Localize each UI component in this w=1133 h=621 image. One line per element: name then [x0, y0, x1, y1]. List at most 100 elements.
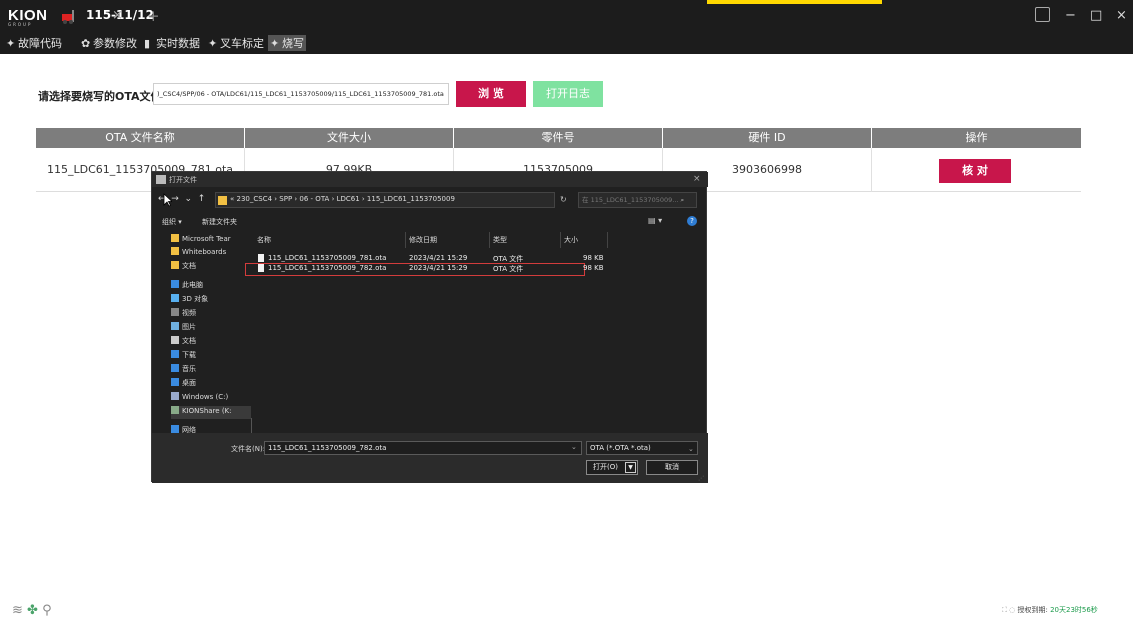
signal-icon: ≋: [12, 603, 23, 618]
column-divider: [489, 232, 490, 248]
nav-item[interactable]: Windows (C:): [171, 392, 228, 405]
nav-item[interactable]: Microsoft Tear: [171, 234, 231, 247]
navigation-pane: Microsoft Tear Whiteboards 文档 此电脑 3D 对象 …: [169, 232, 252, 433]
settings-icon[interactable]: [1035, 7, 1050, 22]
app-window: KION GROUP 115-11/12 × + − □ × ✦ 故障代码 ✿ 参数…: [0, 0, 1133, 621]
menu-realtime-data[interactable]: ▮ 实时数据: [142, 35, 202, 51]
new-folder-button[interactable]: 新建文件夹: [202, 217, 237, 227]
help-icon[interactable]: ?: [687, 216, 697, 226]
folder-icon: [218, 196, 227, 205]
fullscreen-icon[interactable]: ⛶: [1002, 606, 1007, 614]
mouse-cursor-icon: [163, 193, 172, 207]
breadcrumb[interactable]: « 230_CSC4 › SPP › 06 - OTA › LDC61 › 11…: [230, 195, 455, 203]
person-icon: ⚲: [42, 603, 52, 618]
search-icon: ⌕: [680, 196, 685, 204]
filename-input[interactable]: 115_LDC61_1153705009_782.ota: [264, 441, 582, 455]
dialog-title-bar: 打开文件 ×: [152, 172, 708, 187]
license-value: 20天23时56秒: [1050, 606, 1098, 614]
nav-item[interactable]: 音乐: [171, 364, 196, 377]
wrench-icon: ✦: [6, 37, 16, 50]
address-bar[interactable]: « 230_CSC4 › SPP › 06 - OTA › LDC61 › 11…: [215, 192, 610, 208]
dialog-toolbar: 组织 ▾ 新建文件夹 ▤ ▾ ?: [152, 215, 708, 229]
nav-item[interactable]: 文档: [171, 336, 196, 349]
status-bar: ≋ ✤ ⚲ ⛶ ◌ 授权到期: 20天23时56秒: [0, 600, 1133, 621]
music-icon: [171, 364, 179, 372]
network-icon: [171, 425, 179, 433]
nav-item[interactable]: 文档: [171, 261, 196, 274]
plug-icon: ✤: [27, 603, 38, 618]
minimize-button[interactable]: −: [1065, 8, 1076, 23]
ota-path-input[interactable]: )_CSC4/SPP/06 - OTA/LDC61/115_LDC61_1153…: [153, 83, 449, 105]
nav-item[interactable]: 下载: [171, 350, 196, 363]
title-bar: KION GROUP 115-11/12 × + − □ ×: [0, 0, 1133, 31]
file-row[interactable]: 115_LDC61_1153705009_781.ota 2023/4/21 1…: [252, 254, 632, 264]
menu-bar: ✦ 故障代码 ✿ 参数修改 ▮ 实时数据 ✦ 叉车标定 ✦ 烧写: [0, 31, 1133, 54]
nav-item[interactable]: 图片: [171, 322, 196, 335]
status-icons: ≋ ✤ ⚲: [12, 603, 52, 618]
folder-icon: [171, 247, 179, 255]
tab-close-icon[interactable]: ×: [112, 8, 123, 23]
resize-grip-icon[interactable]: ⋰: [698, 475, 704, 482]
close-button[interactable]: ×: [1116, 8, 1127, 23]
open-button[interactable]: 打开(O) ▼: [586, 460, 638, 475]
dialog-footer: 文件名(N): 115_LDC61_1153705009_782.ota ⌄ O…: [152, 433, 708, 483]
download-icon: [171, 350, 179, 358]
refresh-icon[interactable]: ↻: [560, 195, 567, 204]
file-icon: [258, 254, 264, 262]
maximize-button[interactable]: □: [1090, 8, 1102, 23]
menu-flash[interactable]: ✦ 烧写: [268, 35, 306, 51]
file-size: 98 KB: [583, 264, 604, 272]
nav-item[interactable]: 3D 对象: [171, 294, 208, 307]
video-icon: [171, 308, 179, 316]
network-drive-icon: [171, 406, 179, 414]
filename-label: 文件名(N):: [231, 445, 266, 453]
nav-item[interactable]: Whiteboards: [171, 247, 226, 260]
organize-button[interactable]: 组织 ▾: [162, 217, 182, 227]
col-type[interactable]: 类型: [493, 235, 507, 245]
menu-param-edit[interactable]: ✿ 参数修改: [79, 35, 139, 51]
yellow-strip: [707, 0, 882, 4]
col-modified[interactable]: 修改日期: [409, 235, 437, 245]
nav-item[interactable]: 此电脑: [171, 280, 203, 293]
col-size[interactable]: 大小: [564, 235, 578, 245]
verify-button[interactable]: 核 对: [939, 159, 1011, 183]
file-list: 名称 修改日期 类型 大小 115_LDC61_1153705009_781.o…: [245, 232, 708, 433]
nav-item[interactable]: 视频: [171, 308, 196, 321]
file-row-selected[interactable]: 115_LDC61_1153705009_782.ota 2023/4/21 1…: [245, 263, 585, 276]
chevron-down-icon[interactable]: ⌄: [571, 443, 577, 451]
drive-icon: [171, 392, 179, 400]
kion-logo-sub: GROUP: [8, 22, 33, 27]
menu-fault-codes[interactable]: ✦ 故障代码: [4, 35, 64, 51]
open-log-button[interactable]: 打开日志: [533, 81, 603, 107]
license-info: ⛶ ◌ 授权到期: 20天23时56秒: [1002, 605, 1098, 615]
menu-calibration[interactable]: ✦ 叉车标定: [206, 35, 266, 51]
folder-search-input[interactable]: 在 115_LDC61_1153705009... ⌕: [578, 192, 697, 208]
col-hw-id: 硬件 ID: [663, 128, 872, 148]
view-options-icon[interactable]: ▤ ▾: [648, 216, 662, 225]
nav-item[interactable]: KIONShare (K:: [171, 406, 251, 419]
col-name[interactable]: 名称: [257, 235, 271, 245]
refresh-icon[interactable]: ◌: [1009, 606, 1015, 614]
col-file-size: 文件大小: [245, 128, 454, 148]
address-row: ← → ⌄ ↑ « 230_CSC4 › SPP › 06 - OTA › LD…: [152, 190, 708, 210]
filetype-select[interactable]: OTA (*.OTA *.ota) ⌄: [586, 441, 698, 455]
tab-115[interactable]: 115-11/12: [56, 0, 154, 31]
dialog-title: 打开文件: [169, 176, 197, 184]
new-tab-button[interactable]: +: [147, 7, 160, 25]
select-ota-label: 请选择要烧写的OTA文件: [38, 90, 162, 103]
browse-button[interactable]: 浏 览: [456, 81, 526, 107]
gear-icon: ✿: [81, 37, 91, 50]
folder-icon: [171, 261, 179, 269]
cancel-button[interactable]: 取消: [646, 460, 698, 475]
document-icon: [171, 336, 179, 344]
nav-item[interactable]: 网络: [171, 425, 196, 433]
nav-item[interactable]: 桌面: [171, 378, 196, 391]
dialog-close-button[interactable]: ×: [693, 174, 701, 184]
pc-icon: [171, 280, 179, 288]
license-label: 授权到期:: [1017, 606, 1048, 614]
chevron-down-icon[interactable]: ▼: [625, 462, 636, 473]
wrench-icon: ✦: [208, 37, 218, 50]
table-header: OTA 文件名称 文件大小 零件号 硬件 ID 操作: [36, 128, 1081, 148]
column-divider: [607, 232, 608, 248]
forklift-icon: [62, 10, 74, 24]
